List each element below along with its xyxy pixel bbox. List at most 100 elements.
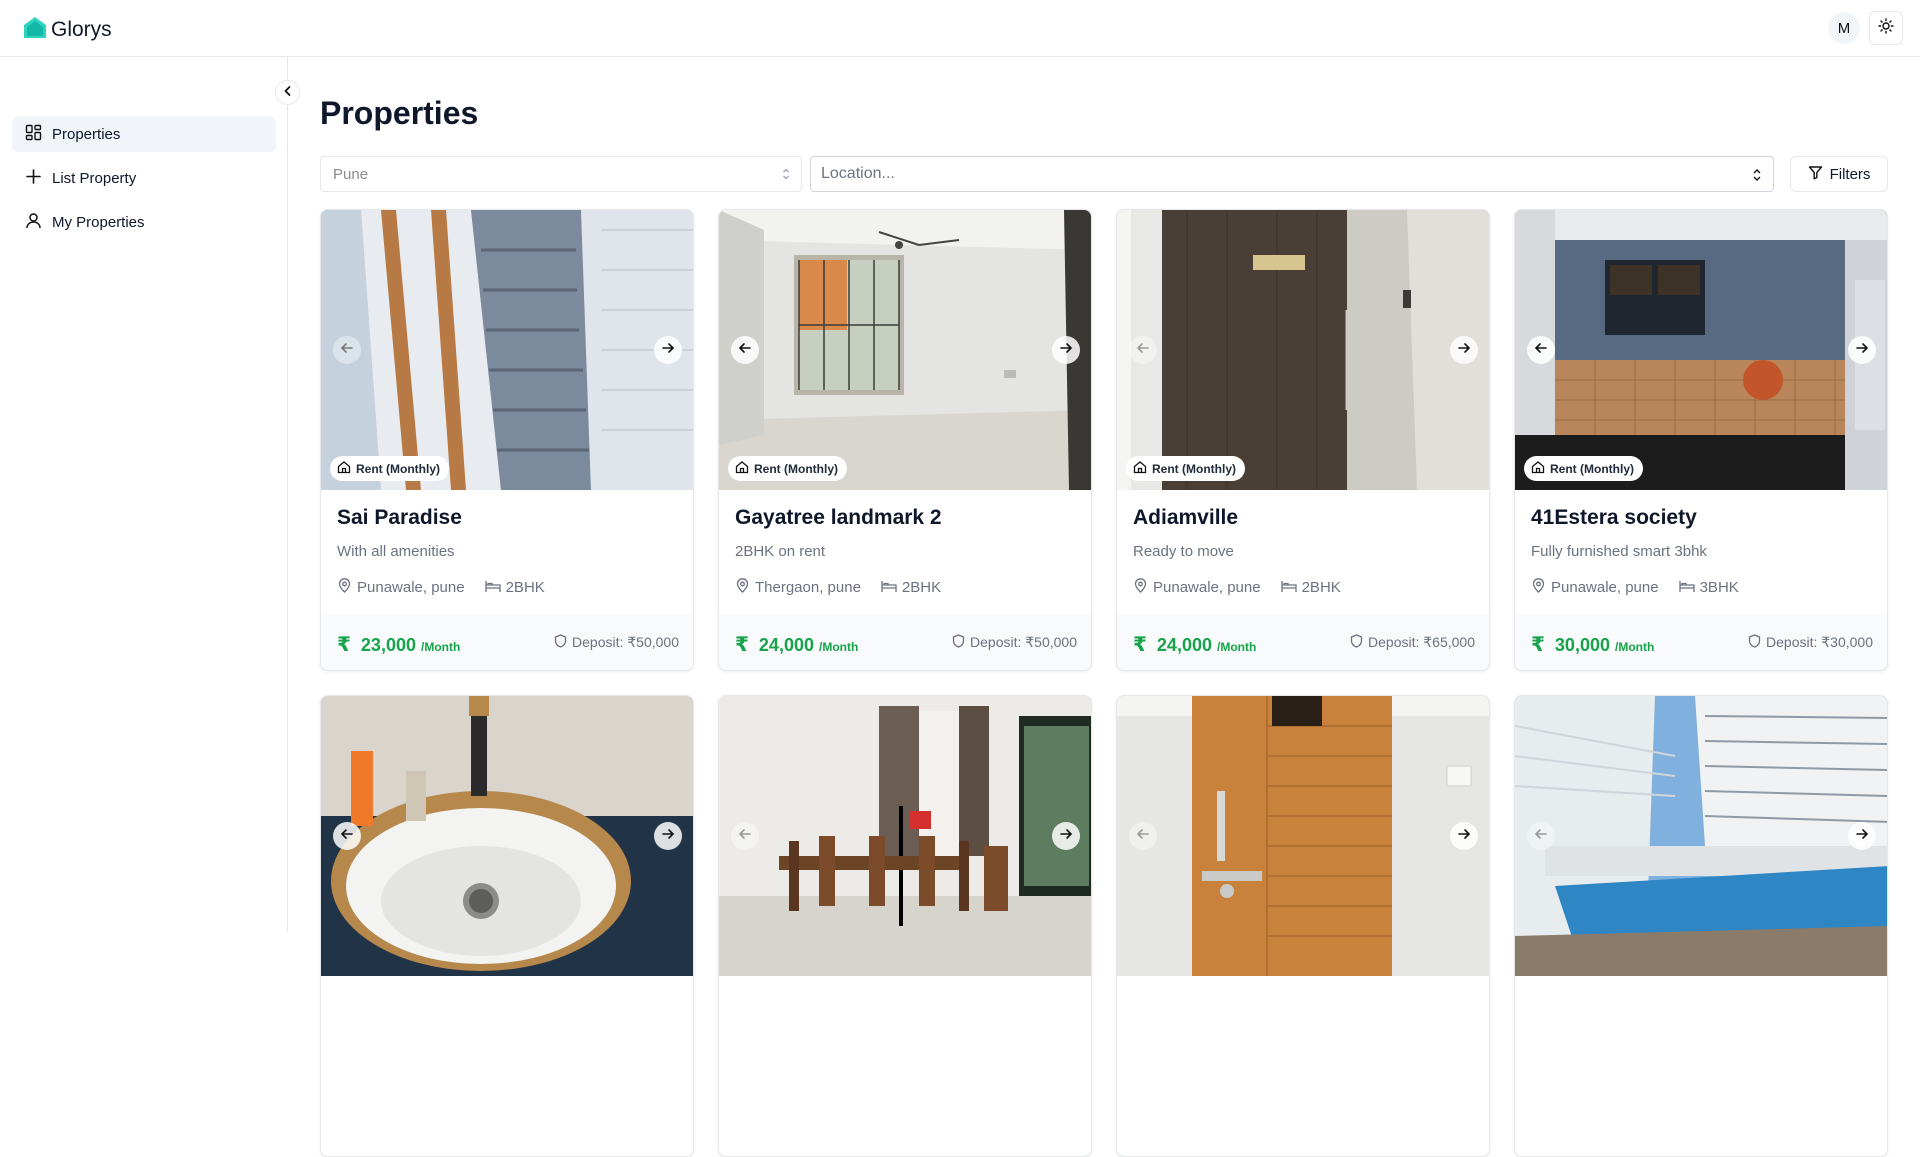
property-location: Thergaon, pune [755, 579, 861, 596]
next-photo-button[interactable] [1052, 336, 1080, 364]
previous-photo-button[interactable] [333, 336, 361, 364]
deposit-info: Deposit: ₹30,000 [1748, 634, 1873, 651]
card-footer: ₹ 24,000 /Month Deposit: ₹65,000 [1117, 614, 1489, 670]
property-photo [719, 696, 1091, 976]
sun-icon [1878, 17, 1894, 39]
city-select-value: Pune [333, 165, 369, 183]
previous-photo-button[interactable] [1129, 822, 1157, 850]
property-card[interactable] [320, 695, 694, 1157]
price-period: /Month [420, 640, 461, 654]
rupee-icon: ₹ [337, 634, 351, 656]
deposit-amount: Deposit: ₹30,000 [1766, 634, 1873, 650]
bed-icon [881, 579, 897, 597]
deposit-info: Deposit: ₹50,000 [952, 634, 1077, 651]
property-card[interactable]: Rent (Monthly) Adiamville Ready to move … [1116, 209, 1490, 671]
property-meta: Punawale, pune 2BHK [337, 578, 545, 597]
next-photo-button[interactable] [1848, 336, 1876, 364]
sidebar-item-label: Properties [52, 125, 121, 143]
brand-name: Glorys [51, 17, 112, 41]
arrow-left-icon [1534, 341, 1548, 360]
city-select[interactable]: Pune [320, 156, 802, 192]
property-card[interactable]: Rent (Monthly) Gayatree landmark 2 2BHK … [718, 209, 1092, 671]
arrow-right-icon [1457, 341, 1471, 360]
badge-label: Rent (Monthly) [1152, 461, 1236, 476]
deposit-amount: Deposit: ₹50,000 [572, 634, 679, 650]
price-amount: 30,000 [1554, 635, 1610, 655]
bed-icon [1678, 579, 1695, 597]
previous-photo-button[interactable] [1129, 336, 1157, 364]
next-photo-button[interactable] [1848, 822, 1876, 850]
theme-toggle-button[interactable] [1869, 11, 1903, 45]
property-location: Punawale, pune [1153, 579, 1261, 596]
property-subtitle: With all amenities [337, 543, 455, 560]
arrow-left-icon [738, 827, 752, 846]
property-location: Punawale, pune [1551, 579, 1659, 596]
arrow-left-icon [340, 827, 354, 846]
property-card[interactable] [1116, 695, 1490, 1157]
grid-icon [25, 124, 42, 145]
page-title: Properties [320, 95, 479, 131]
price-amount: 24,000 [1156, 635, 1212, 655]
rent-price: ₹ 30,000 /Month [1531, 632, 1654, 657]
rent-price: ₹ 23,000 /Month [337, 632, 460, 657]
home-icon [1531, 460, 1545, 477]
deposit-amount: Deposit: ₹65,000 [1368, 634, 1475, 650]
property-location: Punawale, pune [357, 579, 465, 596]
chevron-left-icon [282, 84, 294, 102]
previous-photo-button[interactable] [731, 336, 759, 364]
property-subtitle: Fully furnished smart 3bhk [1531, 543, 1707, 560]
card-footer: ₹ 23,000 /Month Deposit: ₹50,000 [321, 614, 693, 670]
brand-logo[interactable]: Glorys [22, 15, 112, 44]
location-select[interactable]: Location... [810, 156, 1774, 192]
next-photo-button[interactable] [1450, 336, 1478, 364]
property-card[interactable]: Rent (Monthly) Sai Paradise With all ame… [320, 209, 694, 671]
price-period: /Month [1216, 640, 1257, 654]
previous-photo-button[interactable] [333, 822, 361, 850]
deposit-info: Deposit: ₹50,000 [554, 634, 679, 651]
sidebar-item-list-property[interactable]: List Property [12, 160, 276, 196]
property-photo [321, 210, 693, 490]
property-card[interactable] [718, 695, 1092, 1157]
arrow-right-icon [661, 341, 675, 360]
map-pin-icon [1133, 578, 1148, 597]
sidebar-item-my-properties[interactable]: My Properties [12, 204, 276, 240]
plus-icon [25, 168, 42, 189]
next-photo-button[interactable] [654, 822, 682, 850]
previous-photo-button[interactable] [1527, 822, 1555, 850]
card-footer: ₹ 30,000 /Month Deposit: ₹30,000 [1515, 614, 1887, 670]
property-photo [719, 210, 1091, 490]
filters-label: Filters [1829, 165, 1871, 183]
rupee-icon: ₹ [735, 634, 749, 656]
property-photo [1117, 696, 1489, 976]
map-pin-icon [1531, 578, 1546, 597]
chevron-updown-icon [1751, 166, 1763, 189]
badge-label: Rent (Monthly) [356, 461, 440, 476]
chevron-updown-icon [781, 166, 791, 186]
location-select-placeholder: Location... [821, 165, 895, 182]
property-subtitle: 2BHK on rent [735, 543, 826, 560]
next-photo-button[interactable] [1450, 822, 1478, 850]
listing-type-badge: Rent (Monthly) [728, 456, 847, 481]
rupee-icon: ₹ [1133, 634, 1147, 656]
next-photo-button[interactable] [654, 336, 682, 364]
listing-type-badge: Rent (Monthly) [1126, 456, 1245, 481]
sidebar-item-properties[interactable]: Properties [12, 116, 276, 152]
price-amount: 24,000 [758, 635, 814, 655]
collapse-sidebar-button[interactable] [275, 80, 300, 105]
property-card[interactable]: Rent (Monthly) 41Estera society Fully fu… [1514, 209, 1888, 671]
previous-photo-button[interactable] [731, 822, 759, 850]
arrow-left-icon [1136, 341, 1150, 360]
property-card[interactable] [1514, 695, 1888, 1157]
user-avatar[interactable]: M [1828, 12, 1860, 44]
arrow-left-icon [1534, 827, 1548, 846]
previous-photo-button[interactable] [1527, 336, 1555, 364]
arrow-right-icon [1855, 827, 1869, 846]
filters-button[interactable]: Filters [1790, 156, 1888, 192]
property-meta: Thergaon, pune 2BHK [735, 578, 941, 597]
next-photo-button[interactable] [1052, 822, 1080, 850]
property-subtitle: Ready to move [1133, 543, 1234, 560]
arrow-right-icon [1059, 827, 1073, 846]
bed-icon [484, 579, 501, 597]
card-footer: ₹ 24,000 /Month Deposit: ₹50,000 [719, 614, 1091, 670]
property-title: Sai Paradise [337, 506, 462, 529]
